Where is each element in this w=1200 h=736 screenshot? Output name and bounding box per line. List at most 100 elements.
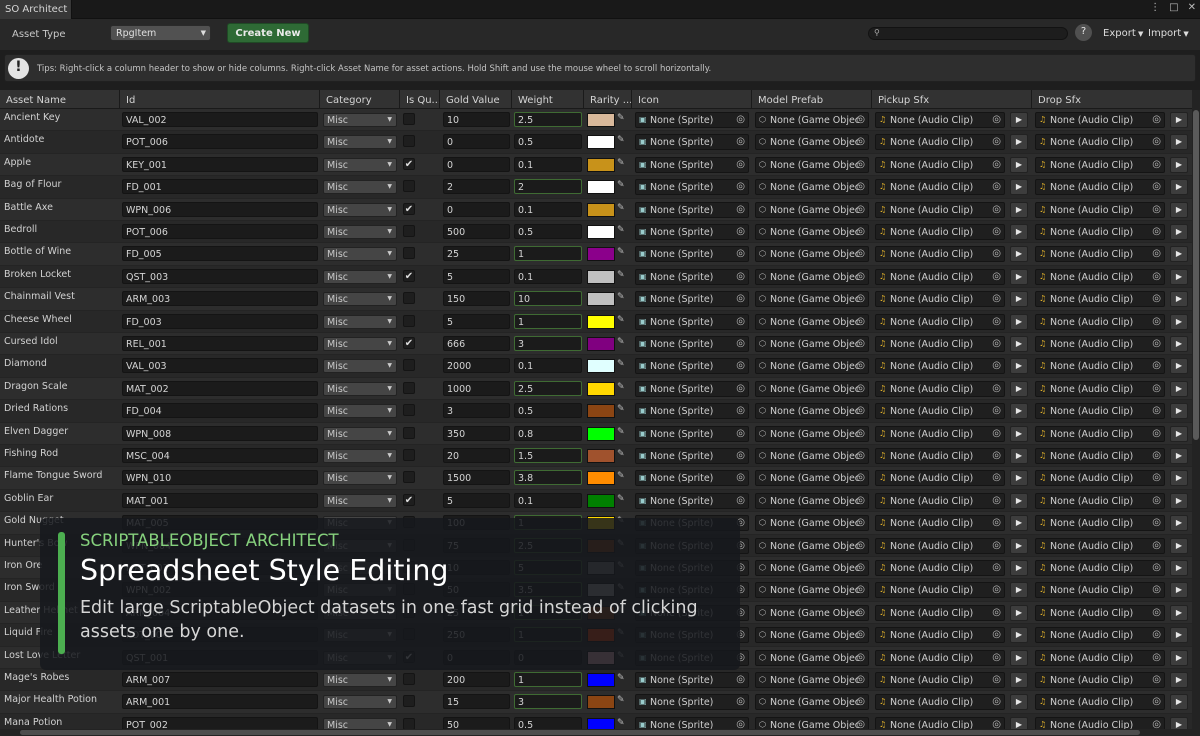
object-picker-icon[interactable]: ◎ (856, 517, 865, 528)
object-picker-icon[interactable]: ◎ (992, 540, 1001, 551)
rarity-color-swatch[interactable] (587, 135, 615, 150)
play-button[interactable]: ▶ (1170, 425, 1188, 442)
object-picker-icon[interactable]: ◎ (736, 181, 745, 192)
id-field[interactable]: FD_001 (122, 179, 318, 195)
id-field[interactable]: FD_004 (122, 403, 318, 419)
object-picker-icon[interactable]: ◎ (992, 181, 1001, 192)
object-picker-icon[interactable]: ◎ (992, 204, 1001, 215)
play-button[interactable]: ▶ (1010, 313, 1028, 330)
rarity-color-swatch[interactable] (587, 673, 615, 687)
gold-value-field[interactable]: 20 (443, 448, 510, 463)
drop-sfx-field[interactable]: ♫ None (Audio Clip) ◎ (1035, 291, 1165, 308)
id-field[interactable]: ARM_007 (122, 672, 318, 687)
play-button[interactable]: ▶ (1010, 672, 1028, 688)
model-prefab-field[interactable]: ⬡ None (Game Objec ◎ (755, 403, 869, 420)
category-dropdown[interactable]: Misc ▼ (323, 135, 397, 150)
eyedropper-icon[interactable]: ✎ (617, 427, 625, 437)
weight-field[interactable]: 10 (514, 291, 582, 307)
drop-sfx-field[interactable]: ♫ None (Audio Clip) ◎ (1035, 179, 1165, 196)
object-picker-icon[interactable]: ◎ (992, 226, 1001, 237)
object-picker-icon[interactable]: ◎ (856, 159, 865, 170)
object-picker-icon[interactable]: ◎ (856, 562, 865, 573)
gold-value-field[interactable]: 350 (443, 425, 510, 441)
category-dropdown[interactable]: Misc ▼ (323, 269, 397, 284)
object-picker-icon[interactable]: ◎ (1152, 226, 1161, 237)
model-prefab-field[interactable]: ⬡ None (Game Objec ◎ (755, 224, 869, 240)
is-quest-checkbox[interactable] (403, 359, 415, 372)
drop-sfx-field[interactable]: ♫ None (Audio Clip) ◎ (1035, 560, 1165, 576)
gold-value-field[interactable]: 2000 (443, 358, 510, 374)
weight-field[interactable]: 0.1 (514, 156, 582, 172)
object-picker-icon[interactable]: ◎ (992, 114, 1001, 125)
rarity-color-swatch[interactable] (587, 426, 615, 441)
weight-field[interactable]: 0.1 (514, 268, 582, 284)
play-button[interactable]: ▶ (1170, 112, 1188, 128)
weight-field[interactable]: 0.5 (514, 134, 582, 150)
horizontal-scroll-thumb[interactable] (20, 730, 1140, 735)
id-field[interactable]: VAL_002 (122, 112, 318, 127)
play-button[interactable]: ▶ (1170, 179, 1188, 196)
play-button[interactable]: ▶ (1170, 268, 1188, 285)
category-dropdown[interactable]: Misc ▼ (323, 449, 397, 463)
is-quest-checkbox[interactable] (403, 314, 415, 327)
object-picker-icon[interactable]: ◎ (736, 204, 745, 215)
create-new-button[interactable]: Create New (227, 23, 309, 43)
rarity-color-swatch[interactable] (587, 471, 615, 486)
drop-sfx-field[interactable]: ♫ None (Audio Clip) ◎ (1035, 112, 1165, 128)
object-picker-icon[interactable]: ◎ (1152, 271, 1161, 282)
object-picker-icon[interactable]: ◎ (1152, 428, 1161, 439)
eyedropper-icon[interactable]: ✎ (617, 494, 625, 504)
play-button[interactable]: ▶ (1010, 112, 1028, 128)
play-button[interactable]: ▶ (1010, 201, 1028, 218)
model-prefab-field[interactable]: ⬡ None (Game Objec ◎ (755, 112, 869, 128)
is-quest-checkbox[interactable]: ✔ (403, 269, 415, 282)
object-picker-icon[interactable]: ◎ (992, 271, 1001, 282)
object-picker-icon[interactable]: ◎ (736, 316, 745, 327)
play-button[interactable]: ▶ (1170, 201, 1188, 218)
drop-sfx-field[interactable]: ♫ None (Audio Clip) ◎ (1035, 470, 1165, 487)
weight-field[interactable]: 0.1 (514, 201, 582, 217)
play-button[interactable]: ▶ (1010, 380, 1028, 397)
gold-value-field[interactable]: 3 (443, 403, 510, 419)
object-picker-icon[interactable]: ◎ (856, 472, 865, 483)
eyedropper-icon[interactable]: ✎ (617, 695, 625, 705)
icon-object-field[interactable]: ▣None (Sprite) ◎ (635, 201, 749, 218)
play-button[interactable]: ▶ (1170, 470, 1188, 487)
model-prefab-field[interactable]: ⬡ None (Game Objec ◎ (755, 179, 869, 196)
object-picker-icon[interactable]: ◎ (1152, 159, 1161, 170)
object-picker-icon[interactable]: ◎ (992, 607, 1001, 618)
id-field[interactable]: POT_006 (122, 224, 318, 239)
gold-value-field[interactable]: 15 (443, 694, 510, 710)
drop-sfx-field[interactable]: ♫ None (Audio Clip) ◎ (1035, 403, 1165, 420)
id-field[interactable]: MSC_004 (122, 448, 318, 463)
drop-sfx-field[interactable]: ♫ None (Audio Clip) ◎ (1035, 336, 1165, 352)
gold-value-field[interactable]: 0 (443, 156, 510, 172)
pickup-sfx-field[interactable]: ♫ None (Audio Clip) ◎ (875, 515, 1005, 532)
object-picker-icon[interactable]: ◎ (736, 114, 745, 125)
pickup-sfx-field[interactable]: ♫ None (Audio Clip) ◎ (875, 291, 1005, 308)
pickup-sfx-field[interactable]: ♫ None (Audio Clip) ◎ (875, 403, 1005, 420)
object-picker-icon[interactable]: ◎ (1152, 405, 1161, 416)
object-picker-icon[interactable]: ◎ (1152, 584, 1161, 595)
eyedropper-icon[interactable]: ✎ (617, 673, 625, 683)
icon-object-field[interactable]: ▣None (Sprite) ◎ (635, 313, 749, 330)
icon-object-field[interactable]: ▣None (Sprite) ◎ (635, 156, 749, 173)
icon-object-field[interactable]: ▣None (Sprite) ◎ (635, 470, 749, 487)
model-prefab-field[interactable]: ⬡ None (Game Objec ◎ (755, 470, 869, 487)
play-button[interactable]: ▶ (1170, 403, 1188, 420)
eyedropper-icon[interactable]: ✎ (617, 315, 625, 325)
object-picker-icon[interactable]: ◎ (856, 450, 865, 461)
object-picker-icon[interactable]: ◎ (1152, 562, 1161, 573)
play-button[interactable]: ▶ (1170, 156, 1188, 173)
play-button[interactable]: ▶ (1170, 694, 1188, 711)
gold-value-field[interactable]: 666 (443, 336, 510, 351)
play-button[interactable]: ▶ (1170, 627, 1188, 644)
model-prefab-field[interactable]: ⬡ None (Game Objec ◎ (755, 380, 869, 397)
play-button[interactable]: ▶ (1010, 268, 1028, 285)
drop-sfx-field[interactable]: ♫ None (Audio Clip) ◎ (1035, 627, 1165, 644)
id-field[interactable]: ARM_001 (122, 694, 318, 710)
gold-value-field[interactable]: 150 (443, 291, 510, 307)
is-quest-checkbox[interactable] (403, 695, 415, 708)
weight-field[interactable]: 1 (514, 313, 582, 329)
icon-object-field[interactable]: ▣None (Sprite) ◎ (635, 268, 749, 285)
